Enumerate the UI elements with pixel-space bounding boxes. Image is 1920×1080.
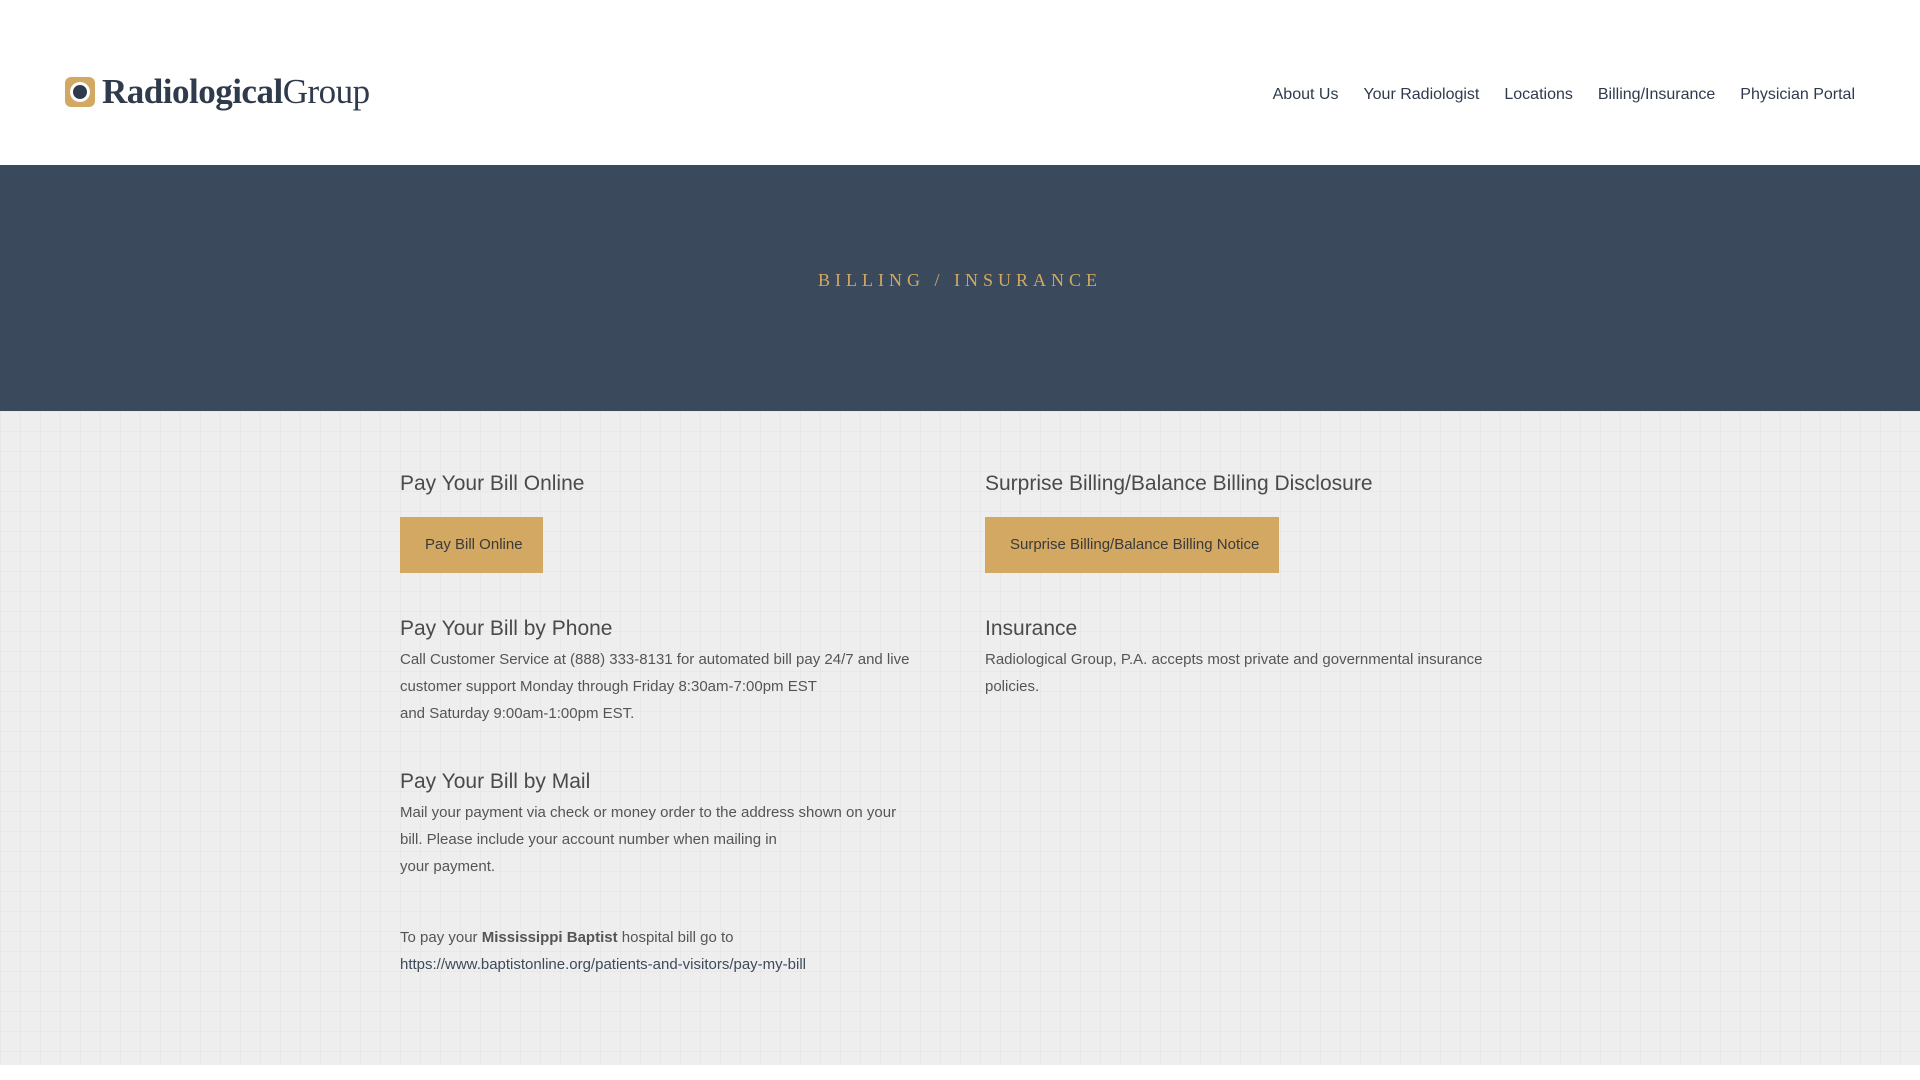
- nav-item-physician-portal[interactable]: Physician Portal: [1740, 86, 1855, 104]
- nav-item-billing-insurance[interactable]: Billing/Insurance: [1598, 86, 1715, 104]
- hero-banner: BILLING / INSURANCE: [0, 165, 1920, 411]
- insurance-text: Radiological Group, P.A. accepts most pr…: [985, 651, 1483, 695]
- logo-text: RadiologicalGroup: [102, 72, 370, 111]
- nav-item-about-us[interactable]: About Us: [1273, 86, 1339, 104]
- logo-mark-icon: [65, 76, 95, 107]
- page-title: BILLING / INSURANCE: [818, 269, 1102, 290]
- nav-item-locations[interactable]: Locations: [1504, 86, 1573, 104]
- pay-phone-heading: Pay Your Bill by Phone: [400, 617, 613, 640]
- nav-item-your-radiologist[interactable]: Your Radiologist: [1363, 86, 1479, 104]
- pay-mail-heading: Pay Your Bill by Mail: [400, 770, 591, 793]
- pay-mail-text: Mail your payment via check or money ord…: [400, 804, 897, 875]
- baptist-bill-text: To pay your Mississippi Baptist hospital…: [400, 929, 807, 973]
- hospital-name: Mississippi Baptist: [481, 929, 618, 946]
- site-header: RadiologicalGroup About Us Your Radiolog…: [0, 0, 1920, 165]
- main-content: Pay Your Bill Online Pay Bill Online Pay…: [0, 411, 1920, 1065]
- surprise-billing-notice-button[interactable]: Surprise Billing/Balance Billing Notice: [985, 517, 1280, 573]
- baptist-pay-link[interactable]: https://www.baptistonline.org/patients-a…: [400, 956, 806, 973]
- main-nav: About Us Your Radiologist Locations Bill…: [1273, 86, 1855, 104]
- footer-edge: [0, 1065, 1920, 1080]
- pay-online-heading: Pay Your Bill Online: [400, 472, 585, 495]
- surprise-billing-heading: Surprise Billing/Balance Billing Disclos…: [985, 472, 1373, 495]
- pay-phone-text: Call Customer Service at (888) 333-8131 …: [400, 651, 910, 722]
- insurance-heading: Insurance: [985, 617, 1078, 640]
- pay-bill-online-button[interactable]: Pay Bill Online: [400, 517, 543, 573]
- site-logo[interactable]: RadiologicalGroup: [65, 74, 370, 109]
